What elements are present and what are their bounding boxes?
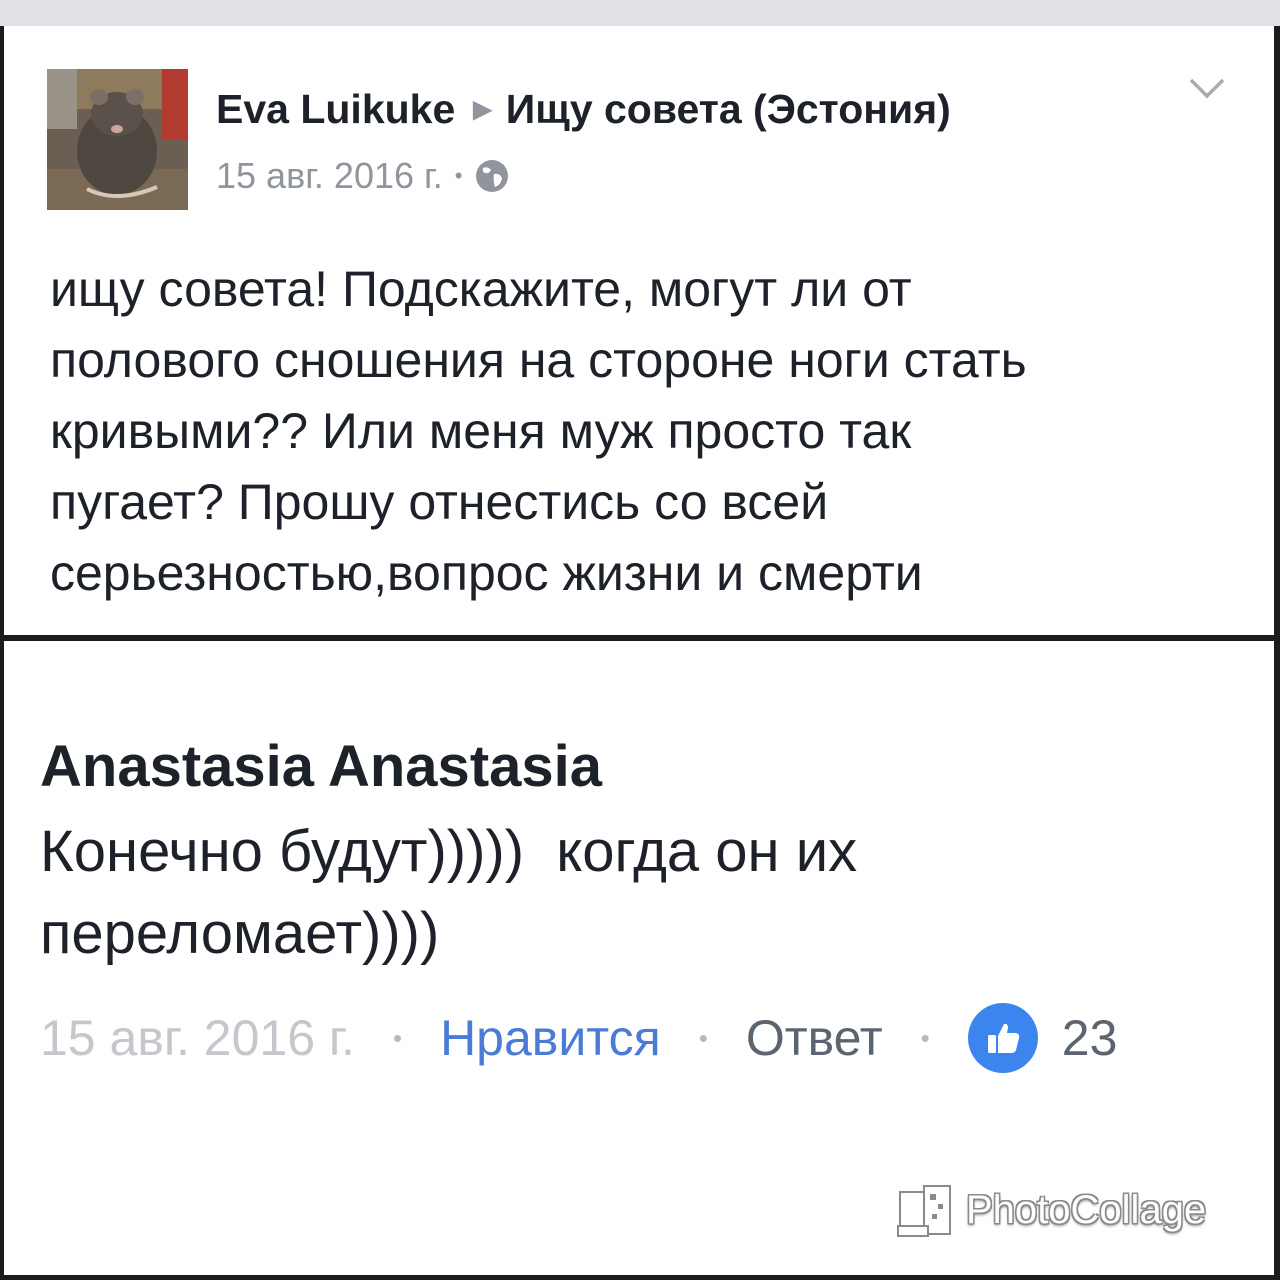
post-text-line: ищу совета! Подскажите, могут ли от <box>50 261 912 317</box>
action-separator: • <box>698 1022 708 1053</box>
action-separator: • <box>920 1022 930 1053</box>
comment-date[interactable]: 15 авг. 2016 г. <box>40 1009 355 1067</box>
globe-icon <box>474 158 510 194</box>
watermark-text: PhotoCollage <box>966 1187 1207 1232</box>
comment-actions: 15 авг. 2016 г. • Нравится • Ответ • 23 <box>40 1003 1117 1073</box>
comment-card: Anastasia Anastasia Конечно будут))))) к… <box>4 641 1274 1275</box>
thumbs-up-icon[interactable] <box>967 1003 1038 1073</box>
top-strip <box>0 0 1280 26</box>
post-header: Eva Luikuke ▶ Ищу совета (Эстония) <box>216 84 951 134</box>
rat-photo <box>47 69 188 210</box>
post-text: ищу совета! Подскажите, могут ли от поло… <box>50 254 1250 609</box>
like-count[interactable]: 23 <box>1062 1009 1118 1067</box>
comment-text-line: Конечно будут))))) когда он их <box>40 819 858 884</box>
like-button[interactable]: Нравится <box>440 1009 661 1067</box>
post-text-line: кривыми?? Или меня муж просто так <box>50 403 912 459</box>
meta-separator: • <box>454 163 463 188</box>
chevron-down-icon[interactable] <box>1187 74 1227 104</box>
collage-logo <box>897 1185 951 1237</box>
author-avatar[interactable] <box>47 69 188 210</box>
action-separator: • <box>392 1022 403 1053</box>
group-name[interactable]: Ищу совета (Эстония) <box>506 86 951 133</box>
post-text-line: пугает? Прошу отнестись со всей <box>50 474 829 530</box>
post-text-line: серьезностью,вопрос жизни и смерти <box>50 545 923 601</box>
comment-text-line: переломает)))) <box>40 901 440 966</box>
post-card: Eva Luikuke ▶ Ищу совета (Эстония) 15 ав… <box>4 26 1274 635</box>
reply-button[interactable]: Ответ <box>746 1009 883 1067</box>
post-meta: 15 авг. 2016 г. • <box>216 154 510 198</box>
post-text-line: полового сношения на стороне ноги стать <box>50 332 1027 388</box>
comment-author[interactable]: Anastasia Anastasia <box>40 733 602 800</box>
share-arrow-icon: ▶ <box>473 95 492 123</box>
author-name[interactable]: Eva Luikuke <box>216 86 455 133</box>
comment-text: Конечно будут))))) когда он их переломае… <box>40 811 1240 975</box>
post-date[interactable]: 15 авг. 2016 г. <box>216 155 443 197</box>
watermark: PhotoCollage <box>892 1177 1206 1243</box>
